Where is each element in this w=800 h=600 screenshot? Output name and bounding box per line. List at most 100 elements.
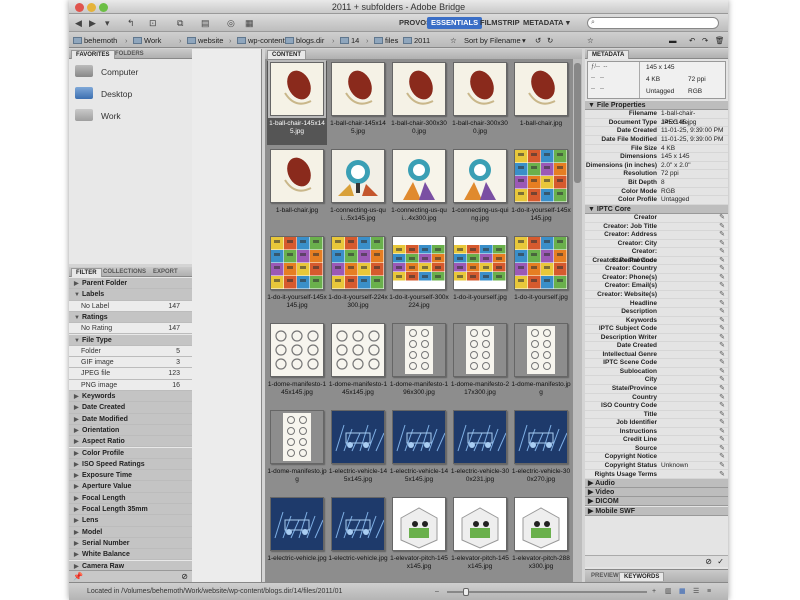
metadata-row[interactable]: Credit Line ✎ <box>585 436 728 445</box>
metadata-row[interactable]: Creator: State/Province ✎ <box>585 248 728 264</box>
workspace-metadata[interactable]: METADATA <box>519 17 567 29</box>
view-thumbnails-icon[interactable]: ▦ <box>679 583 686 600</box>
return-icon[interactable]: ↰ <box>127 17 135 29</box>
favorite-work[interactable]: Work <box>75 107 121 125</box>
thumbnail-image[interactable] <box>392 410 446 464</box>
metadata-row[interactable]: IPTC Scene Code ✎ <box>585 359 728 368</box>
thumbnail[interactable]: 1-ball-chair-300x300.jpg <box>450 61 510 145</box>
zoom-window-button[interactable] <box>99 3 108 12</box>
filter-category[interactable]: ▶ White Balance <box>69 549 192 561</box>
thumbnail-image[interactable] <box>392 236 446 290</box>
filter-items-icon[interactable]: ☆ <box>450 35 457 46</box>
filter-category[interactable]: ▶ Model <box>69 526 192 538</box>
thumbnail[interactable]: 1-electric-vehicle-300x231.jpg <box>450 409 510 493</box>
thumbnail[interactable]: 1-dome-manifesto.jpg <box>267 409 327 493</box>
thumbnail-image[interactable] <box>270 236 324 290</box>
filter-category[interactable]: ▶ Camera Raw <box>69 560 192 570</box>
filter-category[interactable]: ▶ Lens <box>69 515 192 527</box>
metadata-row[interactable]: Creator: Postal Code ✎ <box>585 257 728 266</box>
thumbnail-image[interactable] <box>392 62 446 116</box>
thumbnail[interactable]: 1-elevator-pitch-145x145.jpg <box>389 496 449 580</box>
metadata-row[interactable]: Title ✎ <box>585 411 728 420</box>
edit-pencil-icon[interactable]: ✎ <box>719 214 725 223</box>
breadcrumb-item[interactable]: 2011 <box>403 35 430 46</box>
thumbnail[interactable]: 1-ball-chair-145x145.jpg <box>328 61 388 145</box>
edit-pencil-icon[interactable]: ✎ <box>719 462 725 471</box>
tab-metadata[interactable]: METADATA <box>587 50 630 59</box>
edit-pencil-icon[interactable]: ✎ <box>719 368 725 377</box>
metadata-row[interactable]: Creator ✎ <box>585 214 728 223</box>
content-scrollbar[interactable] <box>573 59 582 582</box>
get-photos-icon[interactable]: ⊡ <box>149 17 157 29</box>
tab-keywords[interactable]: KEYWORDS <box>619 572 665 581</box>
edit-pencil-icon[interactable]: ✎ <box>719 240 725 249</box>
edit-pencil-icon[interactable]: ✎ <box>719 248 725 257</box>
thumbnail-image[interactable] <box>270 323 324 377</box>
thumbnail[interactable]: 1-do-it-yourself-145x145.jpg <box>511 148 571 232</box>
cancel-icon[interactable]: ⊘ <box>705 557 712 566</box>
tab-preview[interactable]: PREVIEW <box>587 572 623 581</box>
metadata-row[interactable]: Description Writer ✎ <box>585 334 728 343</box>
metadata-row[interactable]: IPTC Subject Code ✎ <box>585 325 728 334</box>
metadata-row[interactable]: Country ✎ <box>585 394 728 403</box>
edit-pencil-icon[interactable]: ✎ <box>719 308 725 317</box>
clear-filter-icon[interactable]: ⊘ <box>181 572 188 581</box>
apply-icon[interactable]: ✓ <box>717 557 724 566</box>
edit-pencil-icon[interactable]: ✎ <box>719 274 725 283</box>
thumbnail-image[interactable] <box>514 236 568 290</box>
tab-content[interactable]: CONTENT <box>267 50 306 59</box>
edit-pencil-icon[interactable]: ✎ <box>719 325 725 334</box>
thumbnail-image[interactable] <box>453 497 507 551</box>
thumbnail[interactable]: 1-electric-vehicle-145x145.jpg <box>389 409 449 493</box>
filter-category[interactable]: ▶ Aspect Ratio <box>69 436 192 448</box>
metadata-row[interactable]: Intellectual Genre ✎ <box>585 351 728 360</box>
zoom-out-icon[interactable]: – <box>435 583 439 600</box>
section-file-properties[interactable]: ▼ File Properties <box>585 101 728 110</box>
metadata-row[interactable]: Copyright Status Unknown ✎ <box>585 462 728 471</box>
section-audio[interactable]: ▶ Audio <box>585 479 728 489</box>
thumbnail[interactable]: 1-dome-manifesto.jpg <box>511 322 571 406</box>
metadata-row[interactable]: Creator: Address ✎ <box>585 231 728 240</box>
rotate-right-icon[interactable]: ↻ <box>547 35 553 46</box>
breadcrumb-item[interactable]: Work <box>133 35 161 46</box>
breadcrumb-item[interactable]: 14 <box>340 35 359 46</box>
thumbnail[interactable]: 1-ball-chair.jpg <box>511 61 571 145</box>
thumbnail-image[interactable] <box>453 236 507 290</box>
edit-pencil-icon[interactable]: ✎ <box>719 411 725 420</box>
favorites-star-icon[interactable]: ☆ <box>587 35 594 46</box>
thumbnail[interactable]: 1-dome-manifesto-217x300.jpg <box>450 322 510 406</box>
section-video[interactable]: ▶ Video <box>585 488 728 498</box>
thumbnail-image[interactable] <box>270 149 324 203</box>
close-window-button[interactable] <box>75 3 84 12</box>
filter-category[interactable]: ▶ Orientation <box>69 424 192 437</box>
tab-favorites[interactable]: FAVORITES <box>71 50 115 59</box>
thumbnail-image[interactable] <box>331 410 385 464</box>
zoom-in-icon[interactable]: + <box>652 583 656 600</box>
filter-category[interactable]: ▶ ISO Speed Ratings <box>69 458 192 471</box>
thumbnail-size-slider[interactable] <box>447 588 647 596</box>
edit-pencil-icon[interactable]: ✎ <box>719 317 725 326</box>
edit-pencil-icon[interactable]: ✎ <box>719 282 725 291</box>
recent-dropdown-icon[interactable]: ▾ <box>105 17 110 29</box>
thumbnail-image[interactable] <box>268 60 326 118</box>
thumbnail[interactable]: 1-do-it-yourself-145x145.jpg <box>267 235 327 319</box>
delete-icon[interactable]: 🗑 <box>715 35 725 46</box>
thumbnail-image[interactable] <box>331 497 385 551</box>
thumbnail[interactable]: 1-electric-vehicle.jpg <box>267 496 327 580</box>
filter-option[interactable]: No Label 147 <box>69 300 192 312</box>
edit-pencil-icon[interactable]: ✎ <box>719 428 725 437</box>
filter-option[interactable]: GIF image 3 <box>69 357 192 369</box>
thumbnail[interactable]: 1-ball-chair.jpg <box>267 148 327 232</box>
new-folder-icon[interactable]: ▬ <box>669 35 677 46</box>
edit-pencil-icon[interactable]: ✎ <box>719 351 725 360</box>
section-dicom[interactable]: ▶ DICOM <box>585 497 728 507</box>
thumbnail[interactable]: 1-connecting-us-qui...5x145.jpg <box>328 148 388 232</box>
filter-category[interactable]: ▼ Ratings <box>69 311 192 324</box>
search-input[interactable]: ⌕ <box>587 17 719 29</box>
metadata-row[interactable]: ISO Country Code ✎ <box>585 402 728 411</box>
section-iptc-core[interactable]: ▼ IPTC Core <box>585 204 728 214</box>
thumbnail-image[interactable] <box>514 323 568 377</box>
thumbnail[interactable]: 1-connecting-us-quing.jpg <box>450 148 510 232</box>
edit-pencil-icon[interactable]: ✎ <box>719 334 725 343</box>
breadcrumb-item[interactable]: behemoth <box>73 35 117 46</box>
